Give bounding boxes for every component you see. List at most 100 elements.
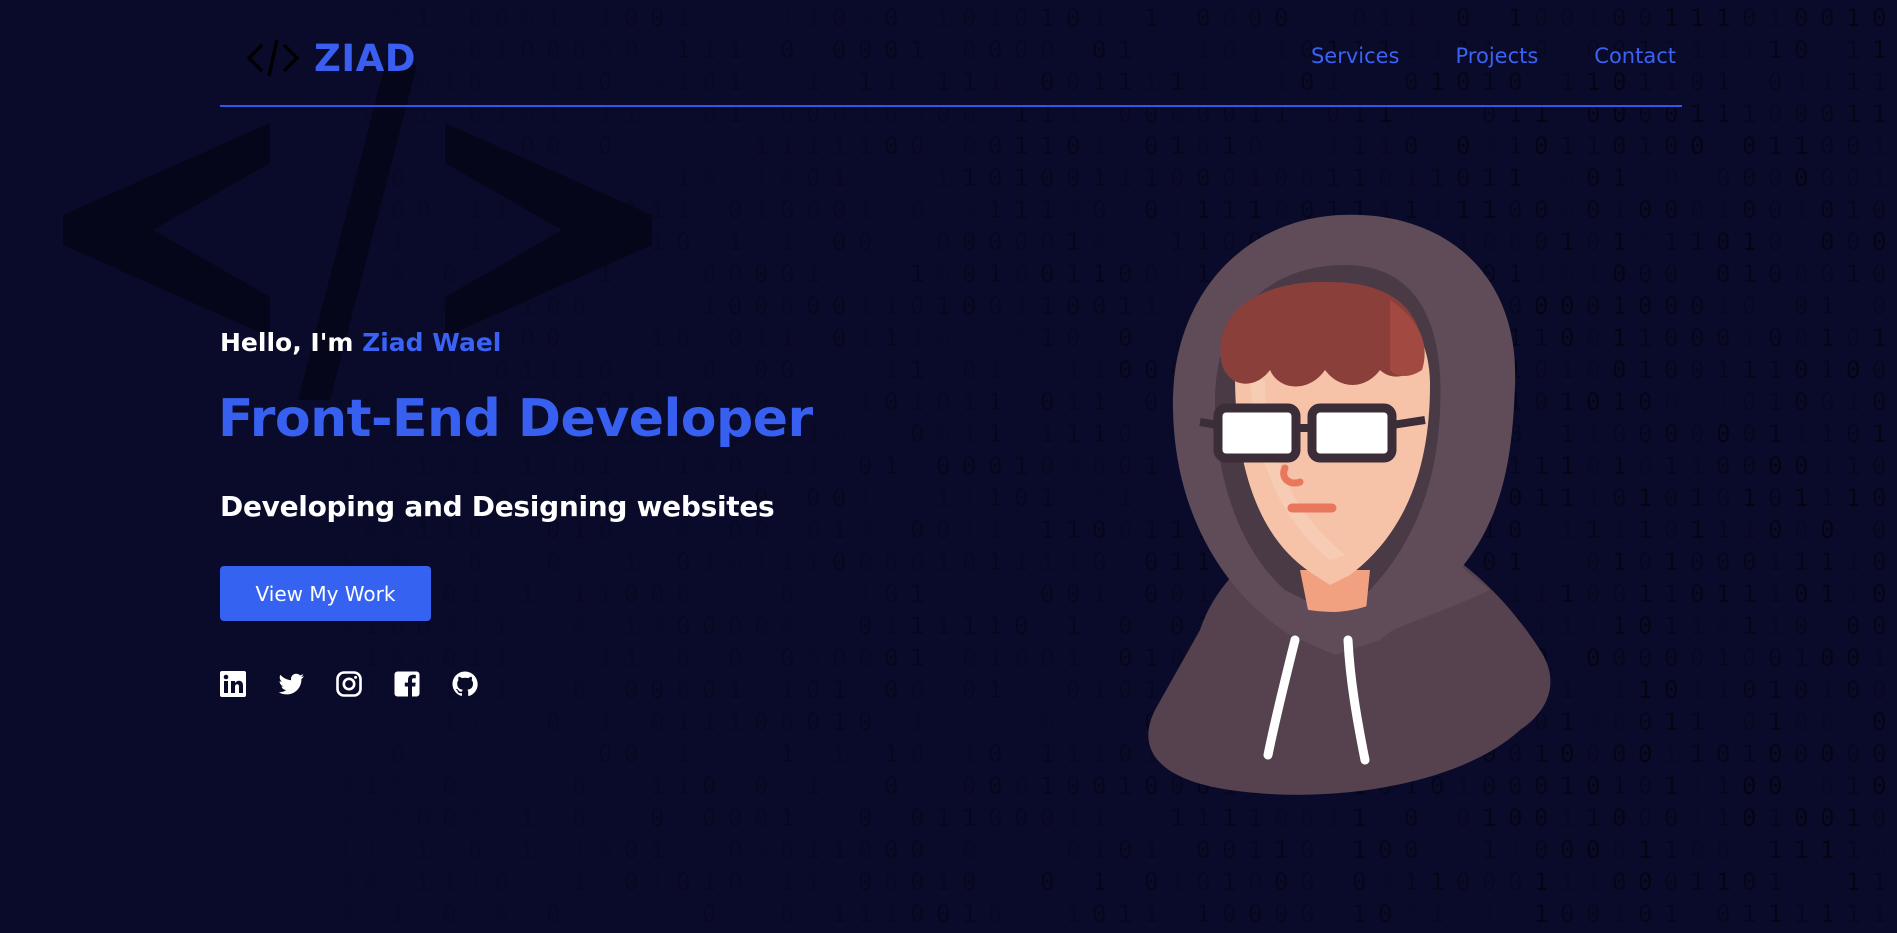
svg-text:0: 0 [1040,580,1054,608]
svg-text:1: 1 [858,484,872,512]
svg-text:1: 1 [1612,228,1626,256]
svg-text:1: 1 [910,388,924,416]
nav-link-projects[interactable]: Projects [1456,44,1539,68]
svg-text:1: 1 [832,836,846,864]
svg-text:1: 1 [468,452,482,480]
svg-text:1: 1 [1716,516,1730,544]
view-my-work-button[interactable]: View My Work [220,566,431,621]
svg-text:1: 1 [988,484,1002,512]
svg-text:1: 1 [1404,868,1418,896]
linkedin-link[interactable] [219,670,247,698]
facebook-icon [394,671,420,697]
svg-text:0: 0 [832,324,846,352]
svg-text:0: 0 [858,804,872,832]
svg-text:1: 1 [650,836,664,864]
svg-text:1: 1 [1846,388,1860,416]
svg-text:0: 0 [1612,740,1626,768]
svg-text:0: 0 [1196,164,1210,192]
svg-text:1: 1 [1768,548,1782,576]
svg-text:0: 0 [1872,612,1886,640]
svg-text:0: 0 [1872,292,1886,320]
svg-text:0: 0 [910,516,924,544]
svg-text:1: 1 [1534,900,1548,928]
svg-text:0: 0 [910,900,924,928]
svg-text:0: 0 [806,196,820,224]
svg-text:1: 1 [1326,132,1340,160]
nav-link-services[interactable]: Services [1311,44,1400,68]
svg-text:1: 1 [832,356,846,384]
svg-text:1: 1 [1612,388,1626,416]
svg-text:1: 1 [1118,484,1132,512]
svg-text:1: 1 [936,868,950,896]
svg-text:0: 0 [676,580,690,608]
svg-text:1: 1 [1690,804,1704,832]
svg-text:0: 0 [1014,804,1028,832]
svg-text:0: 0 [1638,740,1652,768]
svg-text:0: 0 [728,260,742,288]
twitter-link[interactable] [277,670,305,698]
svg-text:1: 1 [1612,516,1626,544]
svg-text:0: 0 [1456,164,1470,192]
svg-text:0: 0 [1040,708,1054,736]
svg-text:0: 0 [1742,676,1756,704]
logo-link[interactable]: ZIAD [246,36,416,80]
svg-text:0: 0 [1768,228,1782,256]
svg-text:0: 0 [1638,772,1652,800]
svg-text:0: 0 [780,708,794,736]
svg-text:0: 0 [1872,388,1886,416]
svg-text:0: 0 [728,196,742,224]
svg-text:0: 0 [728,836,742,864]
svg-text:1: 1 [858,132,872,160]
facebook-link[interactable] [393,670,421,698]
svg-text:1: 1 [1508,132,1522,160]
svg-text:1: 1 [1768,708,1782,736]
svg-text:0: 0 [1222,836,1236,864]
svg-text:0: 0 [832,548,846,576]
svg-text:0: 0 [1820,4,1834,32]
svg-text:1: 1 [1430,868,1444,896]
svg-text:0: 0 [1482,132,1496,160]
svg-text:0: 0 [338,804,352,832]
svg-text:1: 1 [390,772,404,800]
svg-text:1: 1 [1612,612,1626,640]
svg-text:1: 1 [1794,132,1808,160]
svg-text:1: 1 [962,388,976,416]
svg-text:0: 0 [702,356,716,384]
svg-text:1: 1 [910,260,924,288]
svg-text:1: 1 [494,644,508,672]
svg-text:0: 0 [1586,228,1600,256]
svg-text:0: 0 [1690,548,1704,576]
svg-text:0: 0 [1690,132,1704,160]
svg-text:0: 0 [806,708,820,736]
svg-text:1: 1 [1742,612,1756,640]
instagram-link[interactable] [335,670,363,698]
svg-text:0: 0 [546,548,560,576]
svg-text:1: 1 [1872,68,1886,96]
svg-text:1: 1 [1586,612,1600,640]
nav-link-contact[interactable]: Contact [1594,44,1676,68]
svg-text:1: 1 [1664,836,1678,864]
svg-text:1: 1 [1092,388,1106,416]
svg-text:1: 1 [1820,292,1834,320]
svg-text:1: 1 [1170,868,1184,896]
svg-text:1: 1 [1742,324,1756,352]
github-link[interactable] [451,670,479,698]
svg-text:0: 0 [962,196,976,224]
svg-text:0: 0 [338,772,352,800]
svg-text:1: 1 [1144,836,1158,864]
svg-text:0: 0 [1092,900,1106,928]
svg-text:0: 0 [1690,196,1704,224]
svg-text:0: 0 [572,452,586,480]
svg-text:0: 0 [1846,420,1860,448]
svg-text:0: 0 [1456,868,1470,896]
svg-text:1: 1 [338,836,352,864]
svg-text:1: 1 [1560,132,1574,160]
svg-text:0: 0 [884,580,898,608]
svg-text:1: 1 [988,196,1002,224]
svg-text:0: 0 [1664,420,1678,448]
svg-text:0: 0 [1664,260,1678,288]
svg-text:1: 1 [1430,900,1444,928]
svg-text:0: 0 [312,868,326,896]
developer-avatar-illustration [1148,214,1551,795]
svg-text:1: 1 [832,132,846,160]
